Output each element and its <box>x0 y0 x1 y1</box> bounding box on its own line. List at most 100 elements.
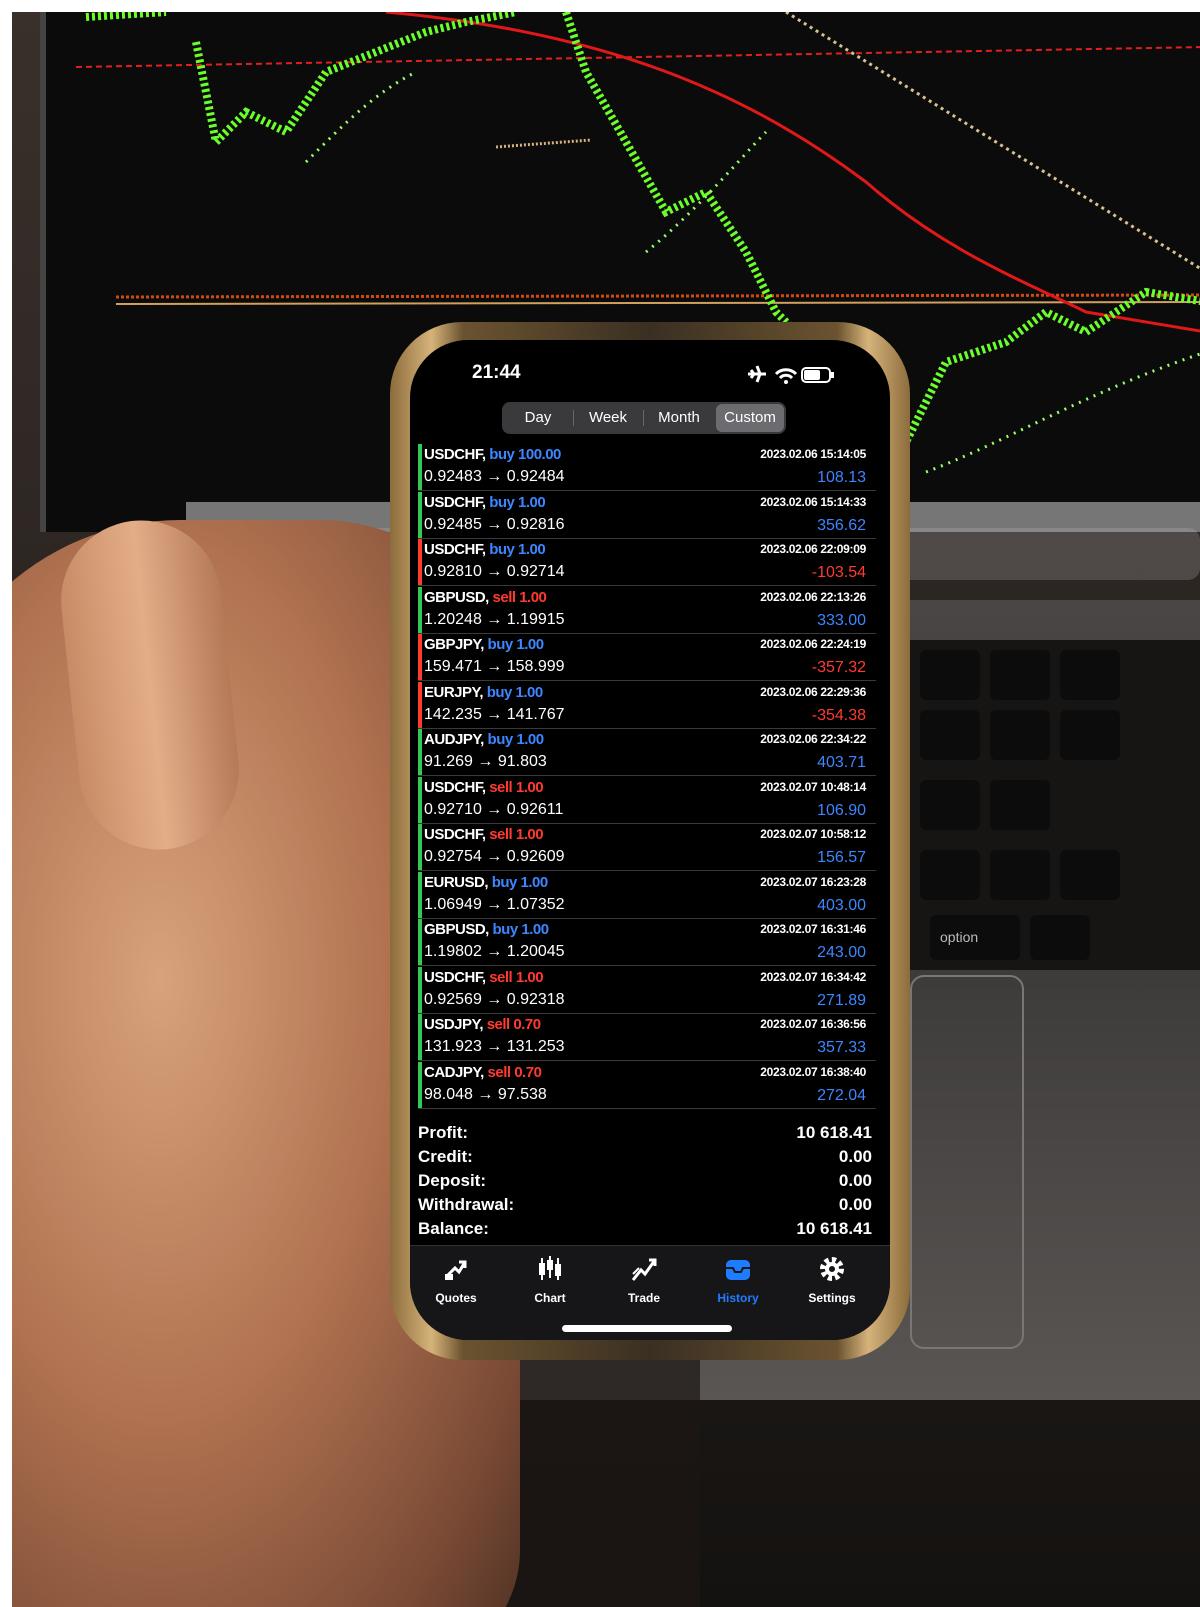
tab-trade[interactable]: Trade <box>604 1254 684 1314</box>
tab-label: Trade <box>627 1291 660 1305</box>
trade-profit: 272.04 <box>817 1086 866 1104</box>
summary-value: 10 618.41 <box>796 1219 872 1238</box>
summary-row: Credit: 0.00 <box>418 1147 876 1171</box>
pnl-indicator-bar <box>418 966 422 1013</box>
trade-action: buy 1.00 <box>487 636 545 653</box>
quotes-icon <box>445 1260 467 1280</box>
trade-time: 2023.02.07 16:38:40 <box>760 1064 866 1079</box>
trade-profit: 271.89 <box>817 991 866 1009</box>
trade-profit: -357.32 <box>811 659 866 676</box>
tab-quotes[interactable]: Quotes <box>416 1254 496 1314</box>
chart-icon <box>539 1256 561 1280</box>
trade-row[interactable]: EURUSD, buy 1.00 1.06949 → 1.07352 2023.02… <box>418 871 876 919</box>
history-icon <box>726 1260 750 1280</box>
trade-time: 2023.02.07 10:48:14 <box>760 779 866 794</box>
tab-settings[interactable]: Settings <box>792 1254 872 1314</box>
trade-symbol: USDJPY, sell 0.70 <box>424 1016 541 1033</box>
image-border <box>0 0 12 1607</box>
trade-time: 2023.02.06 15:14:33 <box>760 494 866 509</box>
summary-row: Balance: 10 618.41 <box>418 1219 876 1243</box>
trade-action: buy 1.00 <box>489 493 546 511</box>
symbol-text: EURJPY, <box>424 683 484 701</box>
trade-prices: 1.06949 → 1.07352 <box>424 895 565 913</box>
image-border <box>0 0 1200 12</box>
trade-row[interactable]: USDCHF, buy 1.00 0.92810 → 0.92714 2023.02… <box>418 539 876 586</box>
trade-profit: 108.13 <box>817 469 866 486</box>
trade-row[interactable]: USDCHF, sell 1.00 0.92569 → 0.92318 2023.0… <box>418 966 876 1014</box>
trade-prices: 1.19802 → 1.20045 <box>424 943 565 960</box>
trade-action: sell 0.70 <box>486 1016 541 1033</box>
pnl-indicator-bar <box>418 444 422 490</box>
trade-prices: 131.923 → 131.253 <box>424 1038 565 1055</box>
trade-time: 2023.02.06 22:29:36 <box>760 684 866 699</box>
trade-symbol: USDCHF, buy 100.00 <box>424 446 561 463</box>
trade-symbol: CADJPY, sell 0.70 <box>424 1063 542 1081</box>
trade-time: 2023.02.07 16:36:56 <box>760 1017 866 1031</box>
home-indicator[interactable] <box>562 1325 732 1332</box>
trade-symbol: USDCHF, sell 1.00 <box>424 778 544 796</box>
trade-row[interactable]: GBPJPY, buy 1.00 159.471 → 158.999 2023.02… <box>418 634 876 681</box>
trade-prices: 0.92710 → 0.92611 <box>424 800 564 818</box>
trade-profit: 357.33 <box>817 1039 866 1056</box>
tab-month[interactable]: Month <box>644 404 714 432</box>
trade-symbol: USDCHF, buy 1.00 <box>424 493 546 511</box>
trade-profit: -354.38 <box>811 706 866 724</box>
trade-row[interactable]: EURJPY, buy 1.00 142.235 → 141.767 2023.02… <box>418 681 876 729</box>
trade-prices: 1.20248 → 1.19915 <box>424 610 565 628</box>
trade-row[interactable]: USDCHF, sell 1.00 0.92710 → 0.92611 2023.0… <box>418 776 876 824</box>
trade-action: buy 1.00 <box>487 731 545 748</box>
pnl-indicator-bar <box>418 1061 422 1108</box>
symbol-text: USDCHF, <box>424 778 486 796</box>
summary-row: Withdrawal: 0.00 <box>418 1195 876 1219</box>
trade-row[interactable]: CADJPY, sell 0.70 98.048 → 97.538 2023.02.… <box>418 1061 876 1109</box>
pnl-indicator-bar <box>418 586 422 633</box>
phone-screen: 21:44 Day Week Month Custom USDCHF, buy … <box>410 340 890 1340</box>
trade-row[interactable]: AUDJPY, buy 1.00 91.269 → 91.803 2023.02.0… <box>418 729 876 776</box>
trade-row[interactable]: USDCHF, buy 1.00 0.92485 → 0.92816 2023.02… <box>418 491 876 539</box>
summary-row: Profit: 10 618.41 <box>418 1123 876 1147</box>
trade-prices: 0.92483 → 0.92484 <box>424 468 565 485</box>
symbol-text: USDCHF, <box>424 826 486 843</box>
tab-custom[interactable]: Custom <box>716 404 784 432</box>
symbol-text: AUDJPY, <box>424 731 484 748</box>
symbol-text: GBPJPY, <box>424 636 484 653</box>
trade-prices: 0.92810 → 0.92714 <box>424 563 565 580</box>
settings-icon <box>820 1257 844 1281</box>
trade-row[interactable]: GBPUSD, sell 1.00 1.20248 → 1.19915 2023.0… <box>418 586 876 634</box>
trade-time: 2023.02.06 22:34:22 <box>760 732 866 746</box>
pnl-indicator-bar <box>418 919 422 965</box>
symbol-text: EURUSD, <box>424 873 489 891</box>
tab-chart[interactable]: Chart <box>510 1254 590 1314</box>
trade-row[interactable]: USDJPY, sell 0.70 131.923 → 131.253 2023.0… <box>418 1014 876 1061</box>
summary-value: 10 618.41 <box>796 1123 872 1142</box>
option-key-label: option <box>940 929 979 945</box>
summary-label: Deposit: <box>418 1171 486 1190</box>
trade-profit: 106.90 <box>817 801 866 819</box>
trade-action: buy 1.00 <box>486 683 544 701</box>
pnl-indicator-bar <box>418 491 422 538</box>
trade-prices: 0.92569 → 0.92318 <box>424 990 565 1008</box>
trade-action: buy 1.00 <box>491 873 549 891</box>
period-selector: Day Week Month Custom <box>502 402 786 434</box>
trade-row[interactable]: GBPUSD, buy 1.00 1.19802 → 1.20045 2023.02… <box>418 919 876 966</box>
symbol-text: GBPUSD, <box>424 921 489 938</box>
tab-history[interactable]: History <box>698 1254 778 1314</box>
symbol-text: CADJPY, <box>424 1063 484 1081</box>
trade-prices: 91.269 → 91.803 <box>424 753 547 770</box>
tab-week[interactable]: Week <box>574 404 642 432</box>
trade-time: 2023.02.06 22:24:19 <box>760 637 866 651</box>
trade-symbol: GBPUSD, sell 1.00 <box>424 589 547 606</box>
trade-symbol: GBPJPY, buy 1.00 <box>424 636 544 653</box>
trade-prices: 159.471 → 158.999 <box>424 658 565 675</box>
pnl-indicator-bar <box>418 729 422 775</box>
summary-label: Withdrawal: <box>418 1195 515 1214</box>
summary-label: Profit: <box>418 1123 469 1142</box>
trade-profit: -103.54 <box>811 564 866 581</box>
notch <box>565 340 735 382</box>
tab-day[interactable]: Day <box>504 404 572 432</box>
trade-row[interactable]: USDCHF, sell 1.00 0.92754 → 0.92609 2023.0… <box>418 824 876 871</box>
trade-row[interactable]: USDCHF, buy 100.00 0.92483 → 0.92484 2023.… <box>418 444 876 491</box>
symbol-text: USDCHF, <box>424 968 486 986</box>
summary-value: 0.00 <box>838 1171 872 1190</box>
trade-time: 2023.02.06 15:14:05 <box>760 447 866 461</box>
